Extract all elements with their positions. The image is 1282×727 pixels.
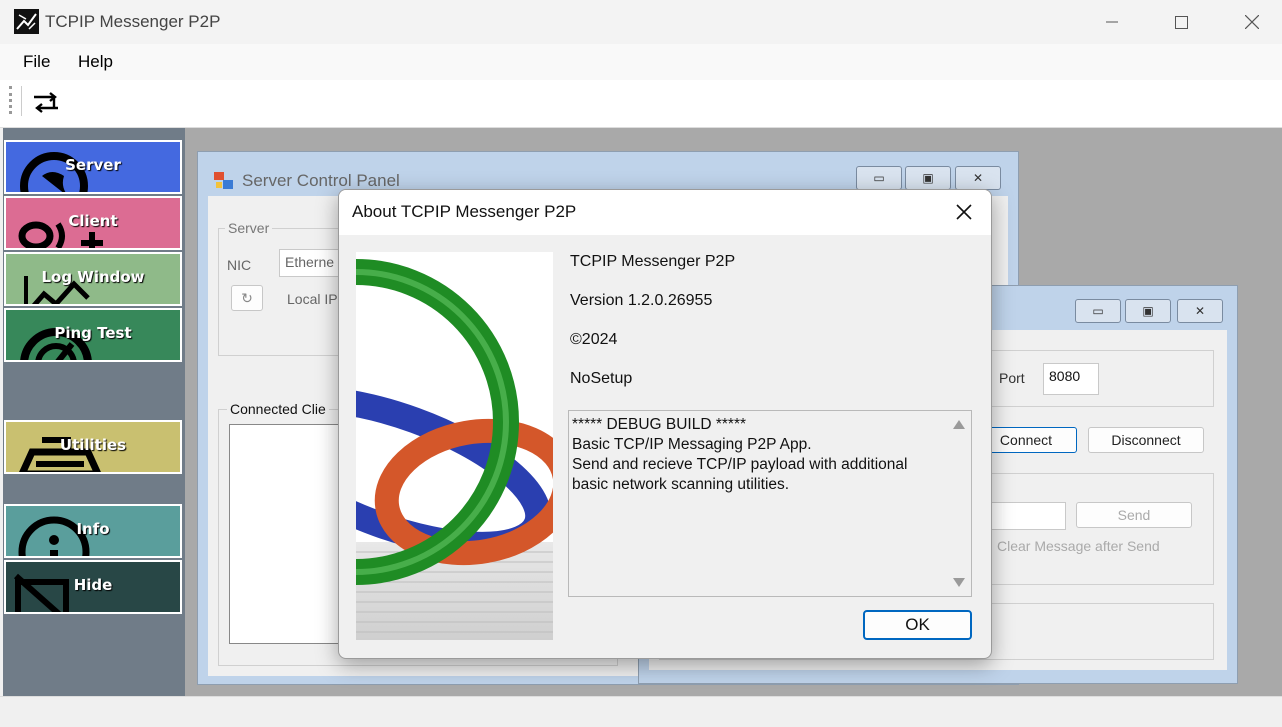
window-switch-button[interactable] xyxy=(28,86,64,120)
child-restore-button[interactable]: ▣ xyxy=(1125,299,1171,323)
nic-label: NIC xyxy=(227,257,252,273)
close-icon: ✕ xyxy=(1194,304,1206,318)
title-bar: TCPIP Messenger P2P xyxy=(0,0,1282,44)
port-input[interactable]: 8080 xyxy=(1043,363,1099,395)
form-icon xyxy=(214,172,233,189)
child-minimize-button[interactable]: ▭ xyxy=(1075,299,1121,323)
minimize-icon: ▭ xyxy=(873,171,885,185)
scroll-up-icon[interactable] xyxy=(953,420,965,429)
description-scrollbar[interactable] xyxy=(947,411,971,596)
sidebar-item-client[interactable]: Client xyxy=(4,196,182,250)
close-icon[interactable] xyxy=(1229,6,1275,38)
ok-button[interactable]: OK xyxy=(863,610,972,640)
status-bar xyxy=(0,696,1282,727)
sidebar-item-label: Server xyxy=(65,156,121,174)
disconnect-button[interactable]: Disconnect xyxy=(1088,427,1204,453)
about-copyright: ©2024 xyxy=(570,331,618,348)
child-restore-button[interactable]: ▣ xyxy=(905,166,951,190)
about-description-text: ***** DEBUG BUILD ***** Basic TCP/IP Mes… xyxy=(572,416,908,493)
refresh-button[interactable]: ↻ xyxy=(231,285,263,311)
sidebar-item-ping-test[interactable]: Ping Test xyxy=(4,308,182,362)
menu-help[interactable]: Help xyxy=(78,52,113,72)
about-close-button[interactable] xyxy=(945,196,983,228)
toolbar-grip[interactable] xyxy=(9,86,12,114)
product-logo-image xyxy=(356,252,553,640)
port-label: Port xyxy=(999,370,1025,386)
restore-icon: ▣ xyxy=(922,171,934,185)
window-title: TCPIP Messenger P2P xyxy=(45,12,221,31)
child-close-button[interactable]: ✕ xyxy=(955,166,1001,190)
toolbar xyxy=(0,80,1282,128)
send-button[interactable]: Send xyxy=(1076,502,1192,528)
clear-after-send-checkbox[interactable]: Clear Message after Send xyxy=(997,538,1160,554)
maximize-icon[interactable] xyxy=(1158,6,1204,38)
local-ip-label: Local IP xyxy=(287,291,338,307)
sidebar-item-label: Info xyxy=(76,520,110,538)
sidebar-item-hide[interactable]: Hide xyxy=(4,560,182,614)
sidebar-item-server[interactable]: Server xyxy=(4,140,182,194)
refresh-icon: ↻ xyxy=(241,289,253,306)
sidebar-item-utilities[interactable]: Utilities xyxy=(4,420,182,474)
sidebar-item-info[interactable]: Info xyxy=(4,504,182,558)
close-icon xyxy=(956,204,972,220)
sidebar-item-label: Hide xyxy=(73,576,113,594)
sidebar-item-label: Log Window xyxy=(41,268,145,286)
about-dialog-titlebar: About TCPIP Messenger P2P xyxy=(339,190,991,235)
about-company: NoSetup xyxy=(570,370,633,387)
restore-icon: ▣ xyxy=(1142,304,1154,318)
sidebar-item-log-window[interactable]: Log Window xyxy=(4,252,182,306)
app-icon xyxy=(14,9,39,34)
server-panel-title: Server Control Panel xyxy=(242,171,400,190)
sidebar-item-label: Client xyxy=(68,212,118,230)
menu-file[interactable]: File xyxy=(23,52,50,72)
sidebar: Server Client Log Window Ping Test Utili… xyxy=(3,128,185,696)
child-minimize-button[interactable]: ▭ xyxy=(856,166,902,190)
toolbar-separator xyxy=(21,86,22,116)
minimize-icon[interactable] xyxy=(1089,6,1135,38)
minimize-icon: ▭ xyxy=(1092,304,1104,318)
sidebar-item-label: Ping Test xyxy=(54,324,132,342)
window-switch-icon xyxy=(34,92,58,113)
about-product-name: TCPIP Messenger P2P xyxy=(570,253,736,270)
about-dialog: About TCPIP Messenger P2P TCPIP Messenge… xyxy=(338,189,992,659)
about-dialog-title: About TCPIP Messenger P2P xyxy=(352,202,577,221)
scroll-down-icon[interactable] xyxy=(953,578,965,587)
about-description-box[interactable]: ***** DEBUG BUILD ***** Basic TCP/IP Mes… xyxy=(568,410,972,597)
server-group-title: Server xyxy=(225,220,273,236)
close-icon: ✕ xyxy=(972,171,984,185)
sidebar-item-label: Utilities xyxy=(59,436,127,454)
connected-clients-title: Connected Clie xyxy=(227,401,329,417)
about-version: Version 1.2.0.26955 xyxy=(570,292,713,309)
child-close-button[interactable]: ✕ xyxy=(1177,299,1223,323)
menu-bar: File Help xyxy=(0,44,1282,80)
